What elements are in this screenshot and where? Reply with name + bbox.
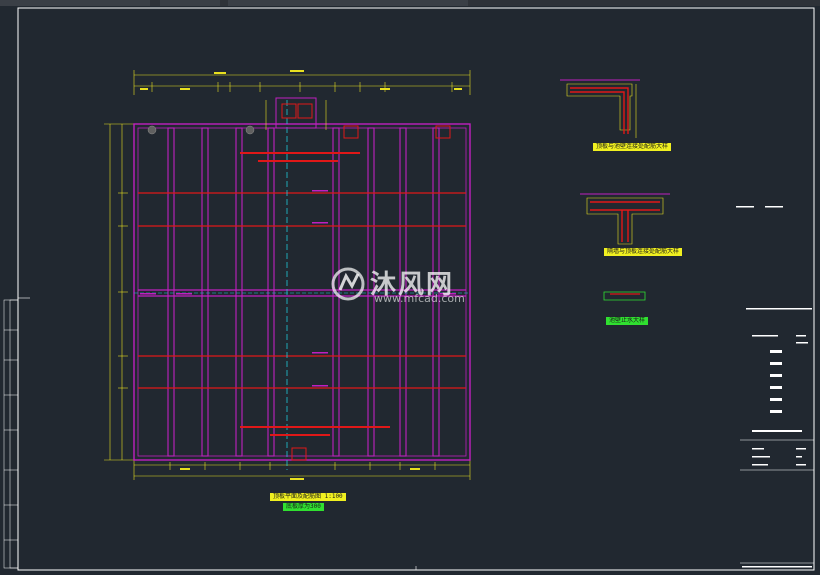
- detail-wall-slab-junction: [560, 79, 640, 138]
- main-plan-caption: 顶板平面及配筋图 1:100: [270, 493, 346, 501]
- detail2-caption: 隔墙与顶板连接处配筋大样: [604, 248, 683, 256]
- detail-partition-slab-junction: [580, 193, 670, 245]
- title-block-text: [742, 430, 812, 568]
- right-notes: [736, 206, 812, 413]
- main-plan-subcaption: 底板厚为300: [283, 503, 324, 511]
- left-title-strip: [3, 299, 19, 569]
- detail-waterstop: [603, 291, 646, 301]
- watermark-url: www.mfcad.com: [374, 292, 465, 305]
- mf-logo-icon: [331, 267, 365, 301]
- top-opening: [265, 97, 327, 130]
- title-block: [740, 439, 814, 564]
- left-dimension-lines: [104, 123, 134, 461]
- column-circles: [147, 125, 255, 135]
- top-dimension-lines: [133, 70, 471, 95]
- watermark: 沐风网 www.mfcad.com: [330, 262, 500, 310]
- detail1-caption: 顶板与池壁连接处配筋大样: [593, 143, 672, 151]
- detail3-caption: 池壁止水大样: [606, 317, 649, 325]
